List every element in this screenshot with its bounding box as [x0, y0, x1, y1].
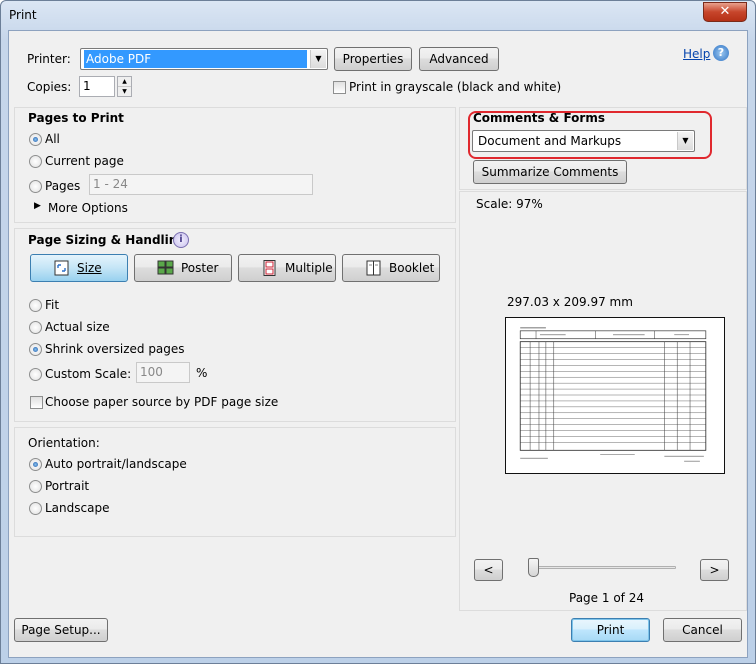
chevron-left-icon: <	[483, 563, 494, 577]
printer-value: Adobe PDF	[84, 50, 307, 68]
radio-button[interactable]	[29, 368, 42, 381]
radio-label: Fit	[45, 298, 60, 312]
help-link[interactable]: Help	[683, 47, 710, 61]
printer-select[interactable]: Adobe PDF ▼	[80, 48, 328, 70]
page-thumbnail	[519, 327, 707, 462]
custom-scale-input[interactable]: 100	[136, 362, 190, 383]
size-button[interactable]: Size	[30, 254, 128, 282]
radio-label: Custom Scale:	[45, 367, 132, 381]
printer-label: Printer:	[27, 52, 71, 66]
window-title: Print	[9, 8, 37, 22]
multiple-button[interactable]: Multiple	[238, 254, 336, 282]
multiple-icon	[263, 260, 276, 276]
slider-thumb[interactable]	[528, 558, 539, 577]
pages-to-print-title: Pages to Print	[28, 111, 124, 125]
more-options-toggle[interactable]: More Options	[48, 201, 128, 215]
radio-label: Auto portrait/landscape	[45, 457, 187, 471]
radio-button[interactable]	[29, 299, 42, 312]
radio-label: All	[45, 132, 60, 146]
pages-to-print-panel: Pages to Print All Current page Pages 1 …	[14, 107, 456, 223]
next-page-button[interactable]: >	[700, 559, 729, 581]
copies-label: Copies:	[27, 80, 72, 94]
multiple-button-label: Multiple	[285, 261, 333, 275]
copies-input[interactable]: 1	[79, 76, 115, 97]
radio-button[interactable]	[29, 155, 42, 168]
copies-stepper[interactable]: ▲ ▼	[117, 76, 132, 97]
close-button[interactable]: ✕	[703, 2, 747, 22]
orientation-title: Orientation:	[28, 436, 100, 450]
page-sizing-panel: Page Sizing & Handling i Size Poster Mul…	[14, 228, 456, 422]
radio-button[interactable]	[29, 321, 42, 334]
advanced-button[interactable]: Advanced	[419, 47, 499, 71]
page-slider[interactable]	[532, 566, 676, 569]
page-indicator: Page 1 of 24	[569, 591, 644, 605]
radio-button[interactable]	[29, 502, 42, 515]
pages-range-input[interactable]: 1 - 24	[89, 174, 313, 195]
poster-button-label: Poster	[181, 261, 219, 275]
radio-label: Landscape	[45, 501, 110, 515]
booklet-icon	[366, 260, 381, 276]
radio-label: Current page	[45, 154, 124, 168]
chevron-down-icon: ▼	[310, 50, 326, 68]
highlight-outline	[468, 111, 712, 159]
previous-page-button[interactable]: <	[474, 559, 503, 581]
print-button[interactable]: Print	[571, 618, 650, 642]
properties-button[interactable]: Properties	[334, 47, 412, 71]
dialog-body: Printer: Adobe PDF ▼ Properties Advanced…	[8, 30, 748, 658]
grayscale-checkbox[interactable]	[333, 81, 346, 94]
page-preview	[505, 317, 725, 474]
grayscale-label: Print in grayscale (black and white)	[349, 80, 562, 94]
close-icon: ✕	[719, 4, 731, 19]
page-dimensions: 297.03 x 209.97 mm	[507, 295, 633, 309]
chevron-right-icon: >	[709, 563, 720, 577]
summarize-comments-button[interactable]: Summarize Comments	[473, 160, 627, 184]
radio-label: Shrink oversized pages	[45, 342, 185, 356]
size-button-label: Size	[77, 261, 102, 275]
paper-source-checkbox[interactable]	[30, 396, 43, 409]
orientation-panel: Orientation: Auto portrait/landscape Por…	[14, 427, 456, 537]
poster-icon	[157, 260, 174, 275]
percent-label: %	[196, 366, 208, 380]
preview-panel: Scale: 97% 297.03 x 209.97 mm < > Page 1…	[459, 191, 747, 611]
booklet-button-label: Booklet	[389, 261, 435, 275]
radio-button[interactable]	[29, 180, 42, 193]
radio-label: Actual size	[45, 320, 110, 334]
paper-source-label: Choose paper source by PDF page size	[45, 395, 279, 409]
poster-button[interactable]: Poster	[134, 254, 232, 282]
help-icon[interactable]: ?	[713, 45, 729, 61]
size-icon	[54, 260, 69, 276]
print-dialog: Print ✕ Printer: Adobe PDF ▼ Properties …	[0, 0, 756, 664]
cancel-button[interactable]: Cancel	[663, 618, 742, 642]
title-bar[interactable]: Print ✕	[1, 1, 755, 31]
scale-readout: Scale: 97%	[476, 197, 543, 211]
radio-button[interactable]	[29, 480, 42, 493]
radio-button[interactable]	[29, 343, 42, 356]
booklet-button[interactable]: Booklet	[342, 254, 440, 282]
triangle-right-icon[interactable]: ▶	[34, 201, 41, 211]
page-sizing-title: Page Sizing & Handling	[28, 233, 186, 247]
radio-button[interactable]	[29, 133, 42, 146]
page-setup-button[interactable]: Page Setup...	[14, 618, 108, 642]
info-icon[interactable]: i	[173, 232, 189, 248]
radio-label: Pages	[45, 179, 81, 193]
stepper-down-icon[interactable]: ▼	[118, 87, 131, 96]
radio-button[interactable]	[29, 458, 42, 471]
stepper-up-icon[interactable]: ▲	[118, 77, 131, 87]
radio-label: Portrait	[45, 479, 90, 493]
